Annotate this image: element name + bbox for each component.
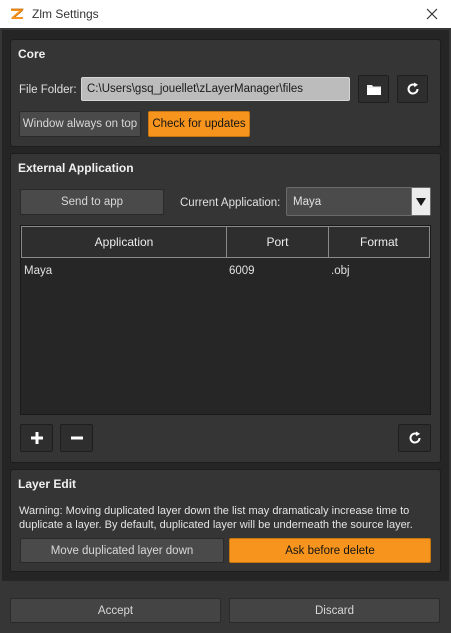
- window-title: Zlm Settings: [32, 7, 99, 21]
- title-bar: Zlm Settings: [0, 0, 451, 28]
- dropdown-arrow[interactable]: [411, 188, 430, 215]
- browse-folder-button[interactable]: [358, 75, 389, 103]
- add-application-button[interactable]: [20, 424, 53, 452]
- cell-application: Maya: [24, 265, 53, 277]
- move-duplicated-layer-down-button[interactable]: Move duplicated layer down: [20, 538, 224, 563]
- chevron-down-icon: [416, 197, 426, 206]
- applications-table: Application Port Format Maya 6009 .obj: [20, 225, 431, 415]
- core-section-title: Core: [18, 47, 46, 61]
- layer-edit-warning: Warning: Moving duplicated layer down th…: [19, 505, 413, 531]
- layer-edit-section-title: Layer Edit: [18, 477, 77, 491]
- cell-port: 6009: [229, 265, 255, 277]
- file-folder-field[interactable]: C:\Users\gsq_jouellet\zLayerManager\file…: [81, 77, 350, 101]
- cell-format: .obj: [331, 265, 350, 277]
- remove-application-button[interactable]: [60, 424, 93, 452]
- check-for-updates-button[interactable]: Check for updates: [148, 111, 250, 137]
- plus-icon: [30, 432, 43, 444]
- refresh-folder-button[interactable]: [397, 75, 428, 103]
- table-row[interactable]: Maya 6009 .obj: [21, 259, 430, 283]
- minus-icon: [70, 436, 83, 440]
- ask-before-delete-button[interactable]: Ask before delete: [229, 538, 431, 563]
- layer-edit-section: Layer Edit Warning: Moving duplicated la…: [10, 469, 441, 572]
- current-application-select[interactable]: Maya: [286, 187, 431, 216]
- column-header-port[interactable]: Port: [227, 227, 329, 257]
- external-application-section: External Application Send to app Current…: [10, 153, 441, 463]
- refresh-icon: [409, 431, 421, 444]
- refresh-icon: [407, 82, 419, 95]
- core-section: Core File Folder: C:\Users\gsq_jouellet\…: [10, 39, 441, 147]
- current-application-value: Maya: [293, 195, 322, 208]
- file-folder-label: File Folder:: [19, 84, 77, 96]
- external-section-title: External Application: [18, 161, 134, 175]
- refresh-applications-button[interactable]: [398, 424, 431, 452]
- column-header-format[interactable]: Format: [329, 227, 429, 257]
- close-icon: [426, 8, 438, 20]
- discard-button[interactable]: Discard: [229, 598, 440, 623]
- client-area: Core File Folder: C:\Users\gsq_jouellet\…: [0, 28, 451, 633]
- settings-panel: Core File Folder: C:\Users\gsq_jouellet\…: [2, 30, 449, 581]
- send-to-app-button[interactable]: Send to app: [20, 189, 164, 215]
- window-always-on-top-button[interactable]: Window always on top: [19, 111, 141, 137]
- current-application-label: Current Application:: [180, 197, 281, 209]
- zbrush-logo-icon: [9, 6, 25, 22]
- close-button[interactable]: [423, 5, 441, 23]
- accept-button[interactable]: Accept: [10, 598, 221, 623]
- column-header-application[interactable]: Application: [22, 227, 227, 257]
- folder-icon: [366, 84, 381, 95]
- table-header: Application Port Format: [21, 226, 430, 258]
